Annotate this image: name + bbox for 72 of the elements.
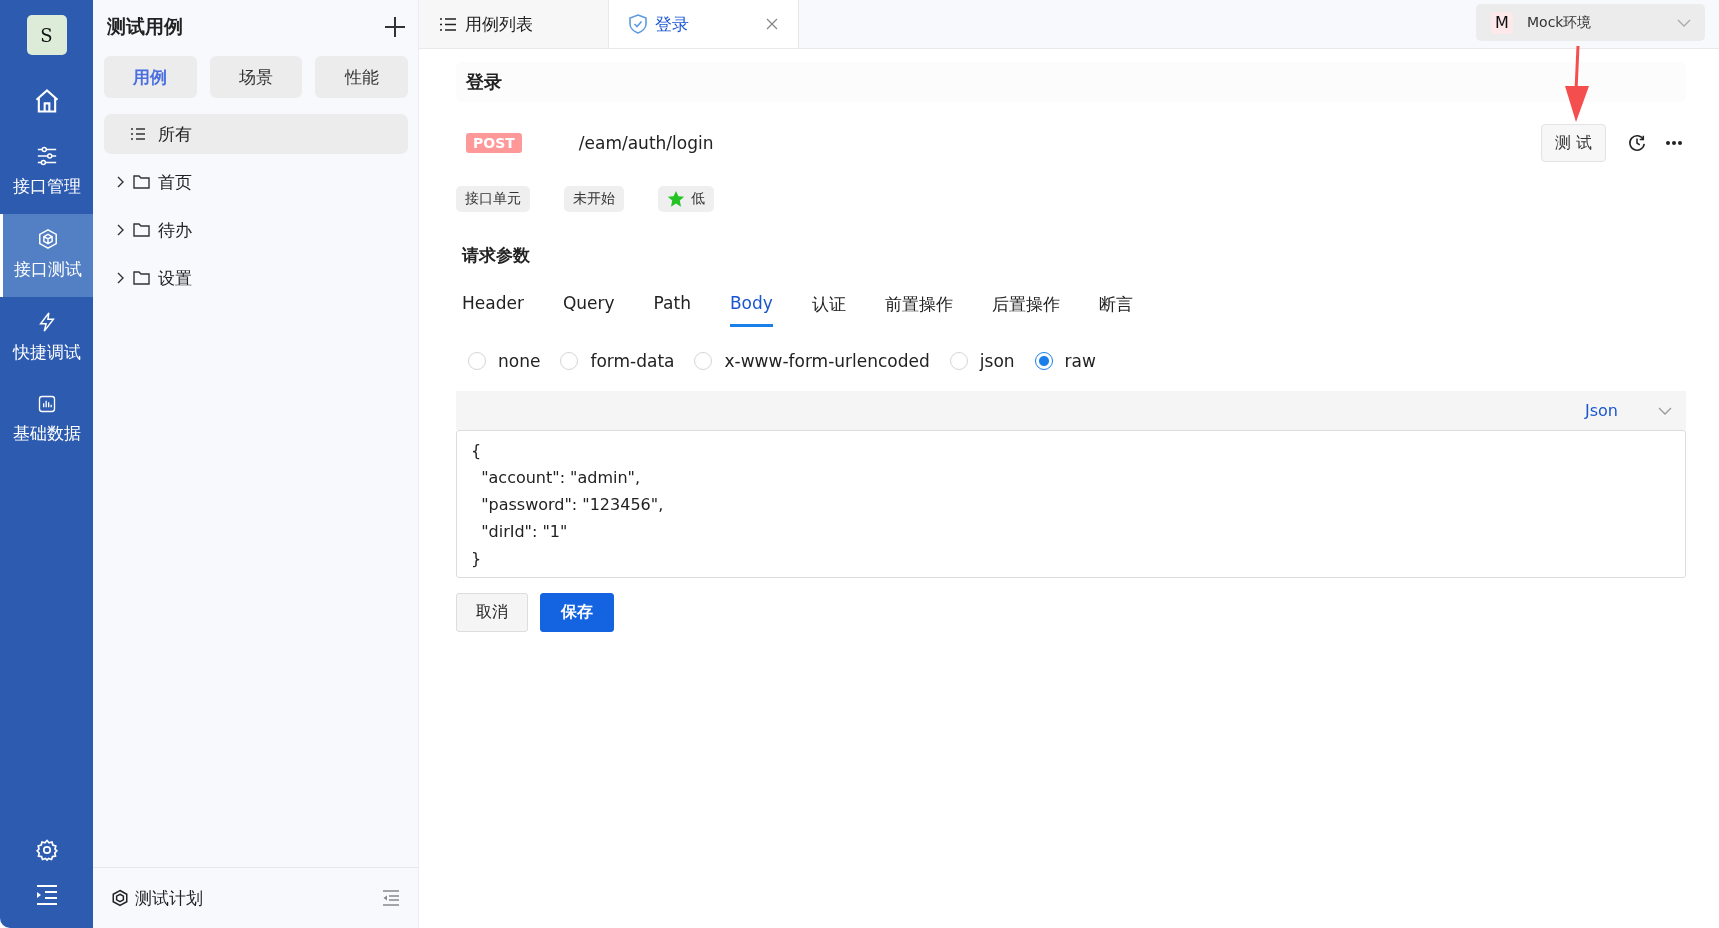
segment-tab[interactable]: 场景 xyxy=(209,56,303,98)
page-tab[interactable]: 用例列表 xyxy=(419,0,609,48)
sliders-icon xyxy=(35,145,58,167)
request-url: /eam/auth/login xyxy=(578,133,714,153)
segment-tab[interactable]: 性能 xyxy=(315,56,408,98)
avatar[interactable]: S xyxy=(26,15,67,55)
request-title: 登录 xyxy=(466,70,502,94)
cube-icon xyxy=(111,889,129,907)
tree-item[interactable]: 所有 xyxy=(104,114,408,154)
cube-icon xyxy=(37,228,59,250)
test-button[interactable]: 测 试 xyxy=(1541,124,1606,162)
code-line: "password": "123456", xyxy=(480,494,665,516)
nav-item[interactable]: 快捷调试 xyxy=(0,297,93,380)
close-icon[interactable] xyxy=(766,18,778,30)
param-tab[interactable]: Header xyxy=(462,287,524,327)
shield-icon xyxy=(629,14,647,34)
chevron-icon xyxy=(116,224,125,236)
cancel-button[interactable]: 取消 xyxy=(456,593,528,632)
param-tab[interactable]: 断言 xyxy=(1098,287,1133,327)
radio-button[interactable] xyxy=(1034,352,1053,370)
code-line: "account": "admin", xyxy=(480,467,642,489)
priority-label: 低 xyxy=(691,190,705,208)
code-editor[interactable]: { "account": "admin", "password": "123456", "dirId": "1" } xyxy=(456,430,1686,578)
tree-item[interactable]: 设置 xyxy=(104,258,408,298)
tree-item[interactable]: 待办 xyxy=(104,210,408,250)
test-plan-label[interactable]: 测试计划 xyxy=(135,886,203,910)
more-icon[interactable] xyxy=(1666,141,1682,145)
tree-item[interactable]: 首页 xyxy=(104,162,408,202)
page-tab[interactable]: 登录 xyxy=(609,0,799,48)
param-tab[interactable]: 认证 xyxy=(811,287,846,327)
add-icon[interactable] xyxy=(384,16,406,38)
radio-label[interactable]: raw xyxy=(1064,351,1096,371)
list-icon xyxy=(130,127,146,141)
radio-label[interactable]: none xyxy=(498,351,541,371)
folder-icon xyxy=(133,271,150,285)
code-line: "dirId": "1" xyxy=(480,521,569,543)
menu-icon[interactable] xyxy=(34,884,59,906)
param-tab[interactable]: 前置操作 xyxy=(884,287,953,327)
radio-label[interactable]: form-data xyxy=(590,351,675,371)
environment-select[interactable]: M Mock环境 xyxy=(1476,4,1705,41)
code-line: { xyxy=(471,440,483,462)
chart-icon xyxy=(36,394,57,414)
segment-tab[interactable]: 用例 xyxy=(104,56,197,98)
format-select[interactable]: Json xyxy=(1585,401,1672,420)
nav-item[interactable]: 基础数据 xyxy=(0,380,93,461)
history-icon[interactable] xyxy=(1628,134,1646,152)
environment-badge: M xyxy=(1491,11,1513,34)
radio-label[interactable]: json xyxy=(979,351,1015,371)
param-tab[interactable]: Query xyxy=(562,287,615,327)
list-icon xyxy=(439,16,457,32)
sidebar-title: 测试用例 xyxy=(107,14,183,39)
collapse-icon[interactable] xyxy=(382,890,400,906)
chevron-icon xyxy=(116,272,125,284)
chevron-down-icon xyxy=(1658,406,1672,415)
param-tab[interactable]: Body xyxy=(729,287,773,327)
radio-label[interactable]: x-www-form-urlencoded xyxy=(724,351,930,371)
nav-item[interactable]: 接口测试 xyxy=(0,214,93,297)
status-tag: 接口单元 xyxy=(456,186,530,212)
star-icon xyxy=(667,190,685,208)
nav-item[interactable]: 接口管理 xyxy=(0,131,93,214)
chevron-down-icon xyxy=(1677,18,1691,27)
save-button[interactable]: 保存 xyxy=(540,593,614,632)
settings-icon[interactable] xyxy=(34,838,59,862)
folder-icon xyxy=(133,223,150,237)
param-tab[interactable]: 后置操作 xyxy=(991,287,1060,327)
method-badge: POST xyxy=(466,133,522,153)
chevron-icon xyxy=(116,176,125,188)
param-tab[interactable]: Path xyxy=(653,287,691,327)
section-title: 请求参数 xyxy=(462,244,531,267)
code-line: } xyxy=(471,548,483,570)
folder-icon xyxy=(133,175,150,189)
status-tag: 未开始 xyxy=(564,186,624,212)
